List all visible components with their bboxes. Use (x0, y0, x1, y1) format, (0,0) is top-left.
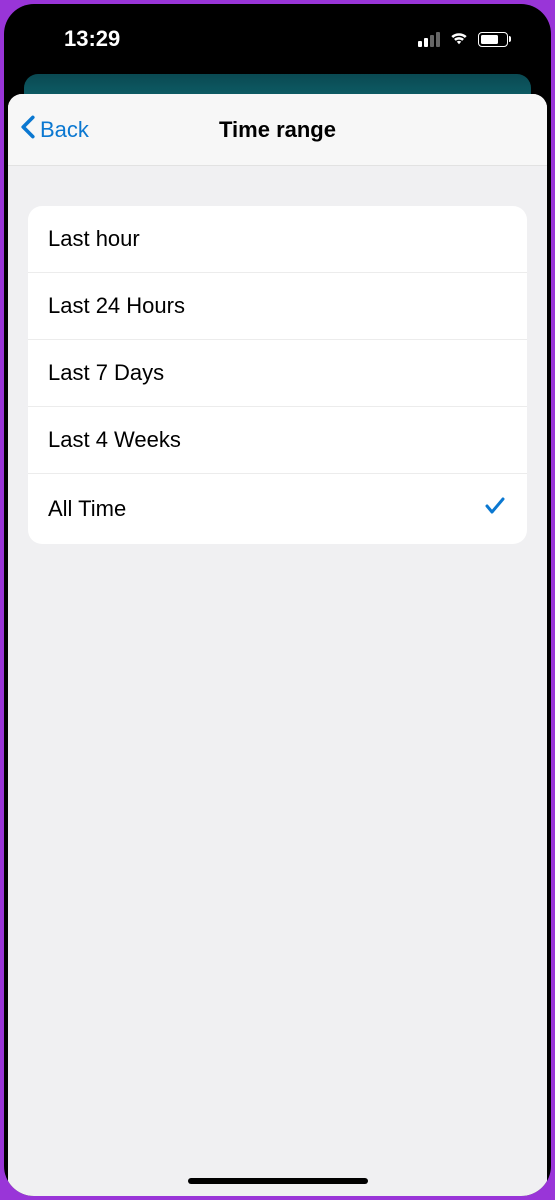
modal-sheet: Back Time range Last hour Last 24 Hours … (8, 94, 547, 1196)
navigation-bar: Back Time range (8, 94, 547, 166)
wifi-icon (448, 28, 470, 51)
device-frame: 13:29 (4, 4, 551, 1196)
checkmark-icon (483, 494, 507, 524)
option-label: Last 4 Weeks (48, 427, 181, 453)
battery-icon (478, 32, 511, 47)
option-label: Last hour (48, 226, 140, 252)
background-peek (24, 74, 531, 94)
home-indicator[interactable] (188, 1178, 368, 1184)
option-label: Last 7 Days (48, 360, 164, 386)
option-last-4-weeks[interactable]: Last 4 Weeks (28, 406, 527, 473)
back-button[interactable]: Back (8, 115, 89, 145)
option-last-24-hours[interactable]: Last 24 Hours (28, 272, 527, 339)
option-last-7-days[interactable]: Last 7 Days (28, 339, 527, 406)
back-label: Back (40, 117, 89, 143)
option-all-time[interactable]: All Time (28, 473, 527, 544)
option-label: Last 24 Hours (48, 293, 185, 319)
option-last-hour[interactable]: Last hour (28, 206, 527, 272)
time-range-options: Last hour Last 24 Hours Last 7 Days Last… (28, 206, 527, 544)
status-time: 13:29 (64, 26, 120, 52)
chevron-left-icon (20, 115, 36, 145)
content-area: Last hour Last 24 Hours Last 7 Days Last… (8, 166, 547, 584)
status-icons (418, 28, 511, 51)
cellular-signal-icon (418, 31, 440, 47)
option-label: All Time (48, 496, 126, 522)
status-bar: 13:29 (4, 4, 551, 74)
